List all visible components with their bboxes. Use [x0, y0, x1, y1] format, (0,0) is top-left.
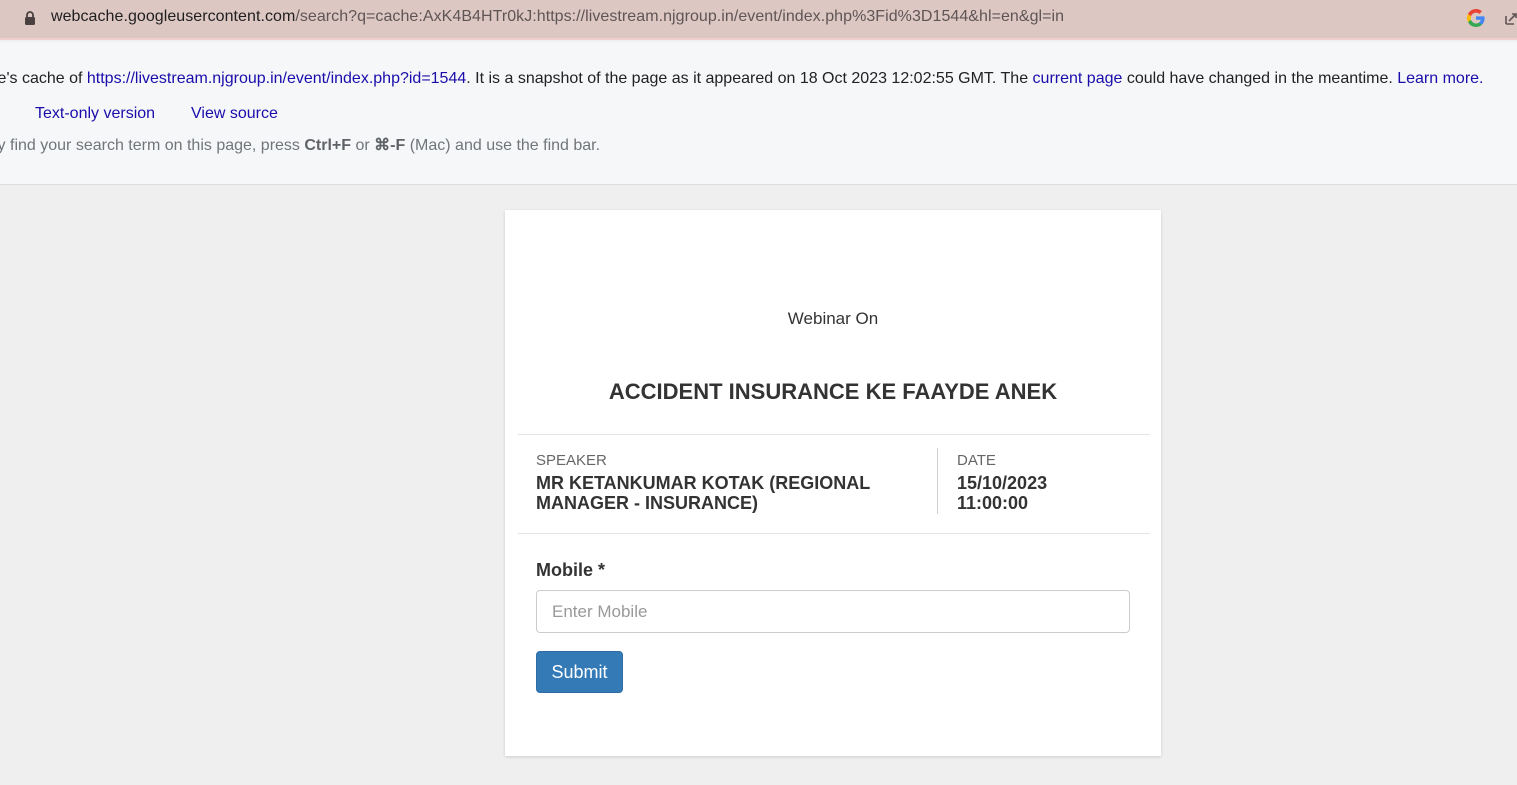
find-tip-suffix: (Mac) and use the find bar.: [405, 137, 601, 154]
submit-button[interactable]: Submit: [536, 651, 623, 693]
share-icon[interactable]: [1504, 10, 1517, 26]
event-time: 11:00:00: [957, 493, 1029, 513]
cache-changed-text: could have changed in the meantime.: [1122, 70, 1398, 87]
mobile-label: Mobile *: [536, 560, 606, 580]
webinar-label: Webinar On: [787, 309, 879, 328]
date-label: DATE: [957, 452, 996, 469]
url-text[interactable]: webcache.googleusercontent.com/search?q=…: [51, 8, 1064, 26]
divider: [518, 533, 1150, 534]
view-source-link[interactable]: View source: [191, 105, 278, 123]
speaker-name-line2: MANAGER - INSURANCE): [536, 493, 758, 513]
cmd-f-shortcut: ⌘-F: [374, 137, 406, 154]
find-tip-or: or: [351, 137, 375, 154]
cached-url-link[interactable]: https://livestream.njgroup.in/event/inde…: [87, 70, 466, 87]
text-only-version-link[interactable]: Text-only version: [35, 105, 155, 123]
url-host: webcache.googleusercontent.com: [51, 8, 296, 25]
divider: [937, 448, 938, 514]
mobile-input[interactable]: [536, 590, 1130, 633]
find-tip-prefix: ly find your search term on this page, p…: [0, 137, 305, 154]
ctrl-f-shortcut: Ctrl+F: [304, 137, 352, 154]
event-title: ACCIDENT INSURANCE KE FAAYDE ANEK: [608, 379, 1058, 404]
cache-banner: le's cache of https://livestream.njgroup…: [0, 42, 1517, 185]
browser-address-bar: webcache.googleusercontent.com/search?q=…: [0, 0, 1517, 40]
current-page-link[interactable]: current page: [1033, 70, 1123, 87]
learn-more-link[interactable]: Learn more.: [1397, 70, 1483, 87]
google-icon[interactable]: [1466, 8, 1486, 28]
speaker-label: SPEAKER: [536, 452, 607, 469]
cache-notice-prefix: le's cache of: [0, 70, 87, 87]
speaker-name-line1: MR KETANKUMAR KOTAK (REGIONAL: [536, 473, 871, 493]
cache-notice: le's cache of https://livestream.njgroup…: [0, 70, 1484, 88]
webinar-card: Webinar On ACCIDENT INSURANCE KE FAAYDE …: [505, 210, 1161, 756]
cache-snapshot-text: . It is a snapshot of the page as it app…: [466, 70, 1033, 87]
divider: [518, 434, 1150, 435]
find-tip: ly find your search term on this page, p…: [0, 135, 600, 155]
event-date: 15/10/2023: [957, 473, 1048, 493]
lock-icon[interactable]: [23, 10, 37, 26]
url-path: /search?q=cache:AxK4B4HTr0kJ:https://liv…: [295, 8, 1065, 25]
